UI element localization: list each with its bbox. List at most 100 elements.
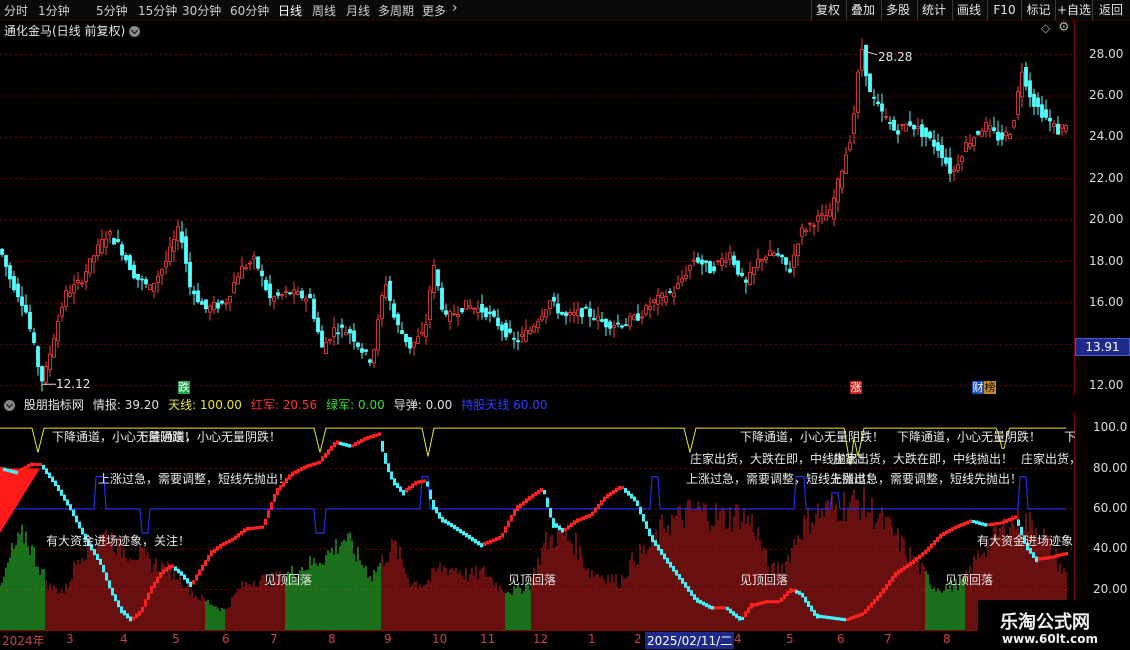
toolbar-button-8[interactable]: +自选 [1055, 0, 1092, 20]
price-tick-label: 24.00 [1089, 129, 1124, 144]
timeframe-5[interactable]: 30分钟 [182, 2, 221, 19]
candle-body [416, 336, 420, 344]
diamond-icon[interactable]: ◇ [1041, 21, 1050, 35]
toolbar-button-7[interactable]: 标记 [1021, 0, 1055, 20]
candle-body [476, 308, 480, 314]
watermark-url: www.60lt.com [1002, 632, 1099, 646]
candle-body [836, 178, 840, 203]
candle-body [920, 124, 924, 137]
date-label: 12 [533, 632, 549, 646]
toolbar-button-2[interactable]: 叠加 [846, 0, 879, 20]
date-label: 8 [943, 632, 951, 646]
candle-body [968, 143, 972, 148]
timeframe-7[interactable]: 日线 [278, 2, 302, 19]
candle-body [444, 310, 448, 315]
candle-body [764, 256, 768, 261]
candle-body [404, 333, 408, 343]
candle-body [796, 243, 800, 257]
candle-body [596, 315, 600, 322]
timeframe-1[interactable]: 分时 [4, 2, 28, 19]
timeframe-10[interactable]: 多周期 [378, 2, 414, 19]
candle-body [8, 265, 12, 280]
toolbar-button-3[interactable]: 多股 [881, 0, 914, 20]
candle-body [676, 282, 680, 289]
event-tag[interactable]: 榜 [984, 381, 996, 394]
event-tag[interactable]: 涨 [850, 381, 862, 394]
timeframe-6[interactable]: 60分钟 [230, 2, 269, 19]
indicator-axis: 100.0 80.00 60.00 40.00 20.00 [1075, 408, 1130, 630]
candle-body [848, 142, 852, 150]
candle-body [304, 298, 308, 302]
timeframe-4[interactable]: 15分钟 [138, 2, 177, 19]
candle-body [300, 290, 304, 299]
candle-body [1000, 132, 1004, 140]
candle-body [748, 271, 752, 286]
selected-date-label[interactable]: 2025/02/11/二 [645, 632, 735, 649]
candle-body [272, 296, 276, 302]
candle-body [352, 330, 356, 342]
candle-body [136, 273, 140, 280]
candle-body [408, 337, 412, 349]
candle-body [464, 300, 468, 310]
toolbar-button-6[interactable]: F10 [987, 0, 1021, 20]
toolbar-button-1[interactable]: 复权 [811, 0, 844, 20]
candle-body [372, 349, 376, 364]
candle-body [876, 101, 880, 105]
timeframe-8[interactable]: 周线 [312, 2, 336, 19]
candle-body [208, 305, 212, 313]
event-tag[interactable]: 财 [972, 381, 984, 394]
candle-body [872, 96, 876, 99]
candle-body [988, 125, 992, 130]
candle-body [856, 71, 860, 113]
timeframe-3[interactable]: 5分钟 [96, 2, 128, 19]
candle-body [132, 264, 136, 279]
price-chart[interactable]: 28.2812.12 [0, 36, 1075, 394]
candle-body [176, 226, 180, 242]
event-tag[interactable]: 跌 [178, 381, 190, 394]
candle-body [792, 254, 796, 268]
candle-body [672, 292, 676, 298]
price-tick-label: 18.00 [1089, 253, 1124, 268]
candle-body [24, 304, 28, 313]
candle-body [280, 294, 284, 297]
candle-body [544, 309, 548, 318]
candle-body [472, 307, 476, 310]
candle-body [568, 312, 572, 316]
candle-body [756, 258, 760, 268]
signal-text: 下降通道，小心无量阴跌！ [897, 430, 1042, 444]
signal-text: 见顶回落 [740, 573, 789, 587]
candle-body [308, 293, 312, 299]
toolbar-button-5[interactable]: 画线 [952, 0, 985, 20]
candle-body [184, 236, 188, 264]
candle-body [284, 291, 288, 293]
date-label: 9 [384, 632, 392, 646]
settings-icon[interactable]: ⚙ [1058, 20, 1070, 35]
candle-body [296, 291, 300, 295]
candle-body [156, 275, 160, 283]
candle-body [824, 215, 828, 221]
chevron-right-icon[interactable]: › [452, 0, 458, 16]
timeframe-11[interactable]: 更多 [422, 2, 446, 19]
candle-body [224, 302, 228, 305]
candle-body [736, 260, 740, 275]
candle-body [480, 304, 484, 313]
candle-body [932, 139, 936, 147]
date-label: 2024年 [2, 634, 45, 648]
timeframe-2[interactable]: 1分钟 [38, 2, 70, 19]
candle-body [832, 197, 836, 220]
candle-body [640, 316, 644, 319]
timeframe-9[interactable]: 月线 [346, 2, 370, 19]
toolbar-button-9[interactable]: 返回 [1092, 0, 1129, 20]
candle-body [20, 296, 24, 306]
candle-body [584, 306, 588, 309]
candle-body [772, 252, 776, 256]
candle-body [40, 366, 44, 382]
candle-body [1064, 125, 1068, 132]
toolbar-button-4[interactable]: 统计 [917, 0, 950, 20]
candle-body [288, 292, 292, 295]
candle-body [780, 254, 784, 258]
candle-body [320, 330, 324, 348]
candle-body [1040, 104, 1044, 118]
candle-body [324, 341, 328, 355]
candle-body [144, 279, 148, 285]
